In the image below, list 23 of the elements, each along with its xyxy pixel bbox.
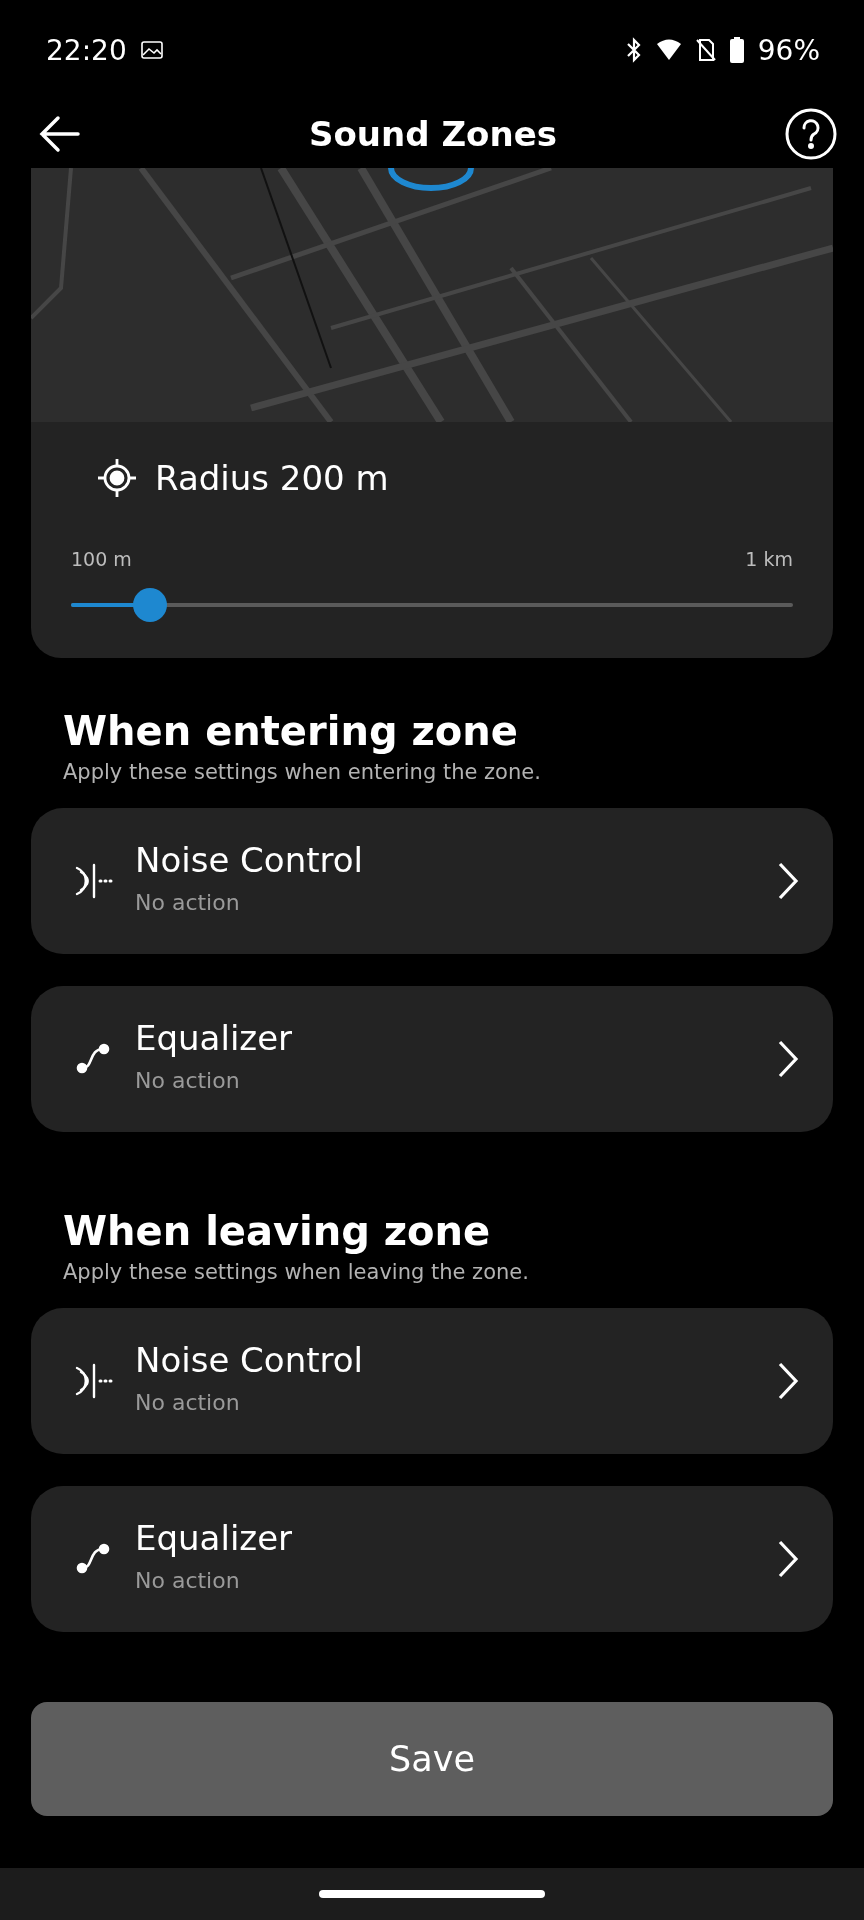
setting-title: Noise Control [135, 839, 365, 880]
setting-item[interactable]: Noise Control No action [31, 1308, 833, 1454]
setting-value: No action [135, 1067, 241, 1093]
setting-item[interactable]: Equalizer No action [31, 986, 833, 1132]
section-title: When entering zone [63, 708, 519, 754]
min-label: 100 m [71, 548, 132, 570]
setting-item[interactable]: Equalizer No action [31, 1486, 833, 1632]
section-subtitle: Apply these settings when entering the zone. [63, 760, 542, 784]
section-subtitle: Apply these settings when leaving the zone. [63, 1260, 530, 1284]
page-title: Sound Zones [309, 114, 557, 154]
setting-value: No action [135, 1567, 241, 1593]
setting-title: Equalizer [135, 1517, 294, 1558]
battery-percentage: 96% [757, 33, 820, 67]
setting-value: No action [135, 889, 241, 915]
setting-value: No action [135, 1389, 241, 1415]
setting-title: Noise Control [135, 1339, 365, 1380]
save-button[interactable]: Save [31, 1702, 833, 1816]
setting-item[interactable]: Noise Control No action [31, 808, 833, 954]
radius-label: Radius 200 m [155, 458, 389, 498]
status-time: 22:20 [46, 33, 127, 67]
section-title: When leaving zone [63, 1208, 492, 1254]
max-label: 1 km [745, 548, 793, 570]
setting-title: Equalizer [135, 1017, 294, 1058]
